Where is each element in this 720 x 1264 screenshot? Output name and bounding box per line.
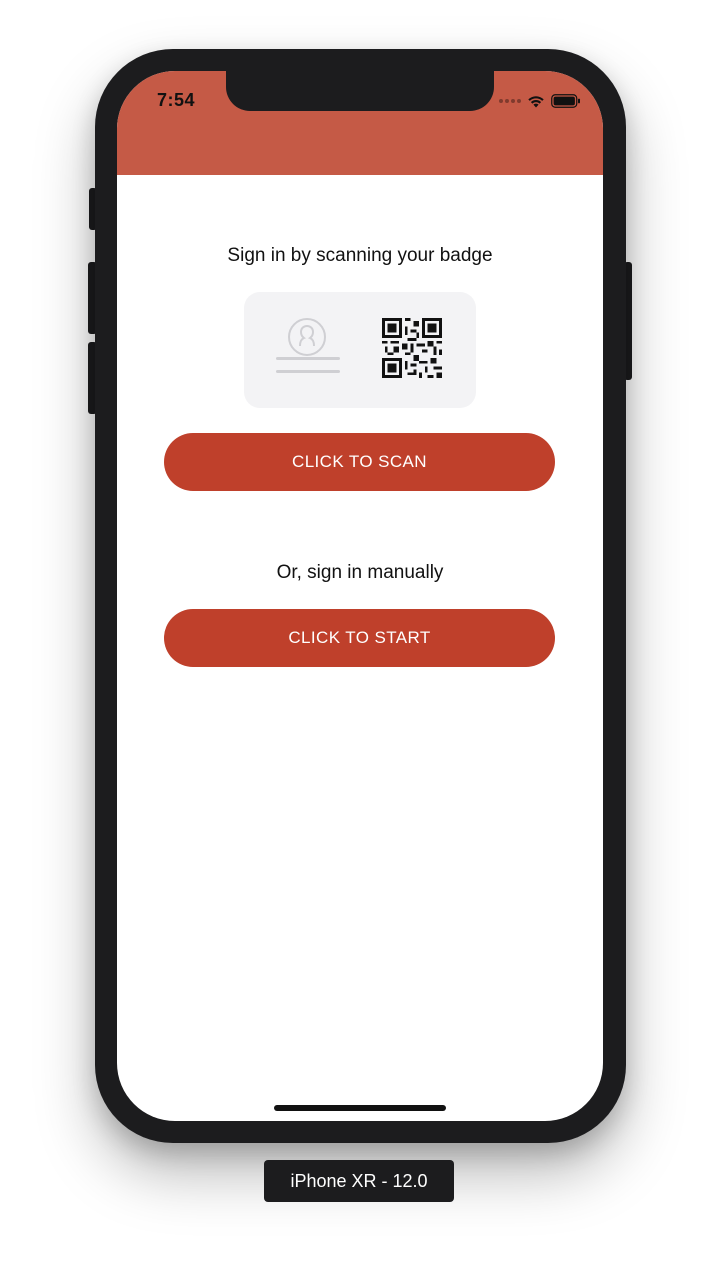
badge-text-line <box>276 357 340 360</box>
click-to-scan-button[interactable]: CLICK TO SCAN <box>164 433 555 491</box>
simulator-stage: 7:54 Sign in by scanning your badge CLIC… <box>0 0 720 1264</box>
signal-dots-icon <box>499 99 521 103</box>
wifi-icon <box>528 96 544 108</box>
scan-heading: Sign in by scanning your badge <box>227 245 493 266</box>
phone-screen: 7:54 Sign in by scanning your badge CLIC… <box>117 71 603 1121</box>
device-label: iPhone XR - 12.0 <box>264 1160 454 1202</box>
status-icons <box>499 93 581 109</box>
badge-illustration <box>244 292 476 408</box>
qr-code-icon <box>382 318 442 378</box>
click-to-start-button[interactable]: CLICK TO START <box>164 609 555 667</box>
battery-icon <box>551 94 580 108</box>
status-time: 7:54 <box>157 90 196 110</box>
notch <box>226 71 494 111</box>
avatar-icon <box>288 318 326 356</box>
manual-heading: Or, sign in manually <box>276 562 444 583</box>
home-indicator[interactable] <box>274 1105 446 1111</box>
badge-text-line <box>276 370 340 373</box>
